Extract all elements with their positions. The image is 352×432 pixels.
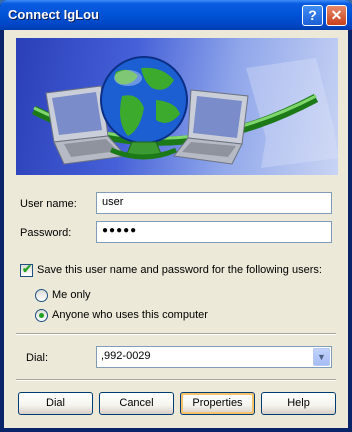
radio-me-only[interactable] bbox=[35, 289, 48, 302]
save-credentials-label: Save this user name and password for the… bbox=[37, 264, 322, 276]
window-border-bottom bbox=[0, 428, 352, 432]
window-border-right bbox=[348, 30, 352, 432]
network-banner-image bbox=[16, 38, 338, 175]
username-label: User name: bbox=[20, 198, 77, 210]
dial-number-dropdown[interactable]: ,992-0029 ▼ bbox=[96, 346, 332, 368]
dialog-window: Connect IgLou ? ✕ User name: user Passwo… bbox=[0, 0, 352, 432]
password-label: Password: bbox=[20, 227, 72, 239]
radio-me-only-label: Me only bbox=[52, 289, 91, 301]
username-input[interactable]: user bbox=[96, 192, 332, 214]
radio-anyone-label: Anyone who uses this computer bbox=[52, 309, 208, 321]
help-button[interactable]: Help bbox=[261, 392, 336, 415]
username-value: user bbox=[102, 196, 124, 208]
radio-selected-dot bbox=[39, 313, 44, 318]
password-input[interactable]: ●●●●● bbox=[96, 221, 332, 243]
chevron-down-icon[interactable]: ▼ bbox=[313, 348, 330, 366]
cancel-button[interactable]: Cancel bbox=[99, 392, 174, 415]
dial-label: Dial: bbox=[26, 352, 49, 364]
title-bar[interactable]: Connect IgLou ? ✕ bbox=[0, 0, 352, 30]
window-title: Connect IgLou bbox=[8, 7, 99, 22]
help-title-button[interactable]: ? bbox=[302, 5, 323, 26]
question-icon: ? bbox=[308, 7, 317, 23]
globe-laptops-icon bbox=[31, 56, 338, 168]
close-icon: ✕ bbox=[330, 7, 343, 23]
dialog-client-area: User name: user Password: ●●●●● ✔ Save t… bbox=[4, 30, 348, 428]
properties-button[interactable]: Properties bbox=[180, 392, 255, 415]
dial-number-value: ,992-0029 bbox=[101, 350, 151, 362]
close-button[interactable]: ✕ bbox=[326, 5, 347, 26]
dial-button[interactable]: Dial bbox=[18, 392, 93, 415]
radio-anyone[interactable] bbox=[35, 309, 48, 322]
save-credentials-checkbox[interactable]: ✔ bbox=[20, 262, 33, 277]
separator-top bbox=[16, 333, 336, 335]
separator-bottom bbox=[16, 379, 336, 381]
checkmark-icon: ✔ bbox=[22, 262, 33, 276]
password-value: ●●●●● bbox=[102, 225, 138, 236]
